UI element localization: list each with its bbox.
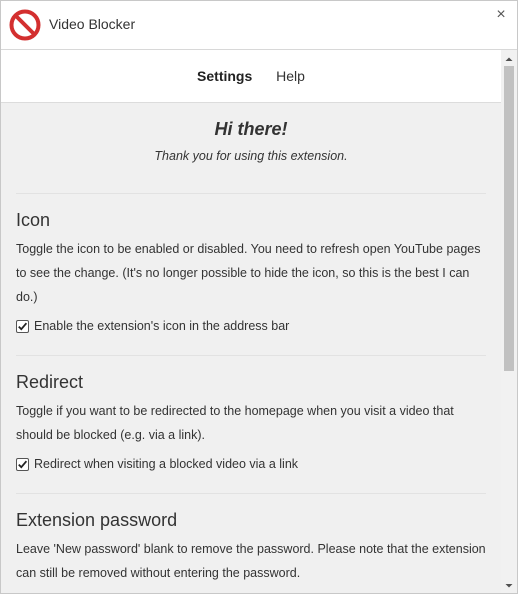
welcome-title: Hi there! bbox=[214, 119, 288, 139]
icon-toggle-row[interactable]: Enable the extension's icon in the addre… bbox=[16, 317, 486, 335]
scrollbar-thumb[interactable] bbox=[504, 66, 514, 371]
extension-popup-window: Video Blocker × Settings Help Hi there! … bbox=[0, 0, 518, 594]
password-section: Extension password Leave 'New password' … bbox=[16, 494, 486, 593]
redirect-toggle-row[interactable]: Redirect when visiting a blocked video v… bbox=[16, 455, 486, 473]
close-icon[interactable]: × bbox=[493, 6, 509, 24]
tab-settings[interactable]: Settings bbox=[197, 50, 252, 102]
window-title: Video Blocker bbox=[49, 16, 136, 32]
redirect-section-title: Redirect bbox=[16, 372, 84, 392]
scroll-up-arrow-icon[interactable] bbox=[501, 52, 517, 64]
redirect-checkbox[interactable] bbox=[16, 457, 29, 471]
title-bar: Video Blocker × bbox=[1, 1, 517, 50]
icon-enabled-checkbox[interactable] bbox=[16, 319, 29, 333]
redirect-section-description: Toggle if you want to be redirected to t… bbox=[16, 404, 454, 442]
nav-bar: Settings Help bbox=[1, 50, 501, 103]
settings-page: Settings Help Hi there! Thank you for us… bbox=[1, 50, 501, 593]
icon-enabled-label: Enable the extension's icon in the addre… bbox=[34, 319, 290, 333]
checkmark-icon bbox=[18, 460, 28, 469]
welcome-banner: Hi there! Thank you for using this exten… bbox=[16, 103, 486, 194]
tab-help[interactable]: Help bbox=[276, 50, 305, 102]
vertical-scrollbar[interactable] bbox=[501, 50, 517, 593]
icon-section: Icon Toggle the icon to be enabled or di… bbox=[16, 194, 486, 356]
password-section-title: Extension password bbox=[16, 510, 178, 530]
icon-section-description: Toggle the icon to be enabled or disable… bbox=[16, 242, 481, 304]
password-section-description: Leave 'New password' blank to remove the… bbox=[16, 542, 486, 580]
welcome-subtitle: Thank you for using this extension. bbox=[154, 149, 348, 163]
scroll-down-arrow-icon[interactable] bbox=[501, 579, 517, 591]
icon-section-title: Icon bbox=[16, 210, 51, 230]
settings-content: Hi there! Thank you for using this exten… bbox=[1, 103, 501, 593]
no-entry-sign-icon bbox=[9, 9, 41, 41]
redirect-section: Redirect Toggle if you want to be redire… bbox=[16, 356, 486, 494]
redirect-label: Redirect when visiting a blocked video v… bbox=[34, 457, 299, 471]
checkmark-icon bbox=[18, 322, 28, 331]
